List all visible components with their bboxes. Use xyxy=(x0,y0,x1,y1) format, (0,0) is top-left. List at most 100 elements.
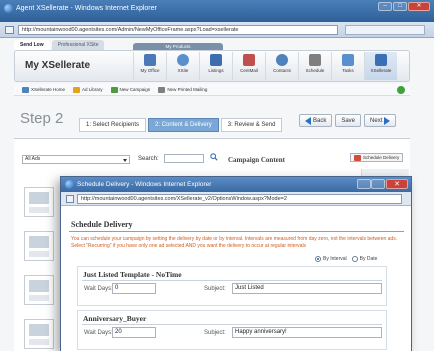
xsellerate-home-icon xyxy=(22,86,29,93)
address-input[interactable]: http://mountainwood00.agentsites.com/Adm… xyxy=(18,25,338,35)
nav-tasks[interactable]: Tasks xyxy=(331,52,364,80)
nav-label: Listings xyxy=(208,68,224,73)
search-icon[interactable] xyxy=(210,153,218,161)
ads-filter-select[interactable]: All Ads xyxy=(22,155,130,164)
wizard-steps: 1: Select Recipients 2: Content & Delive… xyxy=(79,118,283,132)
schedule-delivery-heading: Schedule Delivery xyxy=(71,220,133,229)
subject-label: Subject: xyxy=(204,286,226,292)
radio-button[interactable] xyxy=(315,256,321,262)
subject-label: Subject: xyxy=(204,330,226,336)
wizard-buttons: Back Save Next xyxy=(299,114,397,127)
nav-xsellerate[interactable]: XSellerate xyxy=(364,52,397,80)
subject-input[interactable]: Just Listed xyxy=(232,283,382,294)
products-label: My Products xyxy=(133,43,223,50)
step-select-recipients[interactable]: 1: Select Recipients xyxy=(79,118,147,132)
minimize-button[interactable]: – xyxy=(378,2,392,11)
template-row: Anniversary_Buyer Wait Days: 20 Subject:… xyxy=(77,310,387,350)
popup-address-input[interactable]: http://mountainwood00.agentsites.com/XSe… xyxy=(77,194,402,204)
ad-thumbnail[interactable] xyxy=(24,231,54,261)
popup-minimize-button[interactable] xyxy=(357,179,371,189)
close-button[interactable]: ✕ xyxy=(408,2,430,11)
ad-thumbnail[interactable] xyxy=(24,319,54,349)
main-nav: My Office XSite Listings CentMail Contac… xyxy=(133,52,397,80)
popup-titlebar: Schedule Delivery - Windows Internet Exp… xyxy=(61,177,411,192)
nav-label: Contacts xyxy=(273,68,291,73)
office-icon xyxy=(144,54,156,66)
browser-toolbar-search[interactable] xyxy=(345,25,425,35)
radio-by-date[interactable]: By Date xyxy=(351,256,377,262)
next-button[interactable]: Next xyxy=(364,114,397,127)
new-campaign-icon xyxy=(110,86,118,93)
step-content-delivery[interactable]: 2: Content & Delivery xyxy=(148,118,219,132)
tab-professional-xsite[interactable]: Professional XSite xyxy=(51,40,105,50)
step-title: Step 2 xyxy=(20,110,64,127)
popup-close-button[interactable]: ✕ xyxy=(386,179,408,189)
subnav-label: New Printed Mailing xyxy=(167,87,208,92)
search-input[interactable] xyxy=(164,154,204,163)
nav-contacts[interactable]: Contacts xyxy=(265,52,298,80)
step-review-send[interactable]: 3: Review & Send xyxy=(220,118,283,132)
nav-listings[interactable]: Listings xyxy=(199,52,232,80)
page-icon xyxy=(66,195,74,203)
nav-label: Tasks xyxy=(342,68,354,73)
save-label: Save xyxy=(341,117,356,124)
divider xyxy=(82,280,382,281)
ad-thumbnail[interactable] xyxy=(24,275,54,305)
printed-mailing-icon xyxy=(158,86,166,93)
subnav-new-printed-mailing[interactable]: New Printed Mailing xyxy=(158,86,208,93)
subnav-xsellerate-home[interactable]: XSellerate Home xyxy=(22,86,65,93)
next-label: Next xyxy=(370,117,383,124)
browser-address-bar: http://mountainwood00.agentsites.com/Adm… xyxy=(0,22,434,38)
radio-button[interactable] xyxy=(351,256,358,262)
template-row: Just Listed Template - NoTime Wait Days:… xyxy=(77,266,387,306)
help-icon[interactable] xyxy=(397,86,405,94)
back-button[interactable]: Back xyxy=(299,114,333,127)
subnav-label: Ad Library xyxy=(82,87,103,92)
subnav-new-campaign[interactable]: New Campaign xyxy=(110,86,151,93)
nav-centmail[interactable]: CentMail xyxy=(232,52,265,80)
subject-input[interactable]: Happy anniversary! xyxy=(232,327,382,338)
wait-days-label: Wait Days: xyxy=(84,286,113,292)
radio-by-interval[interactable]: By Interval xyxy=(315,256,347,262)
nav-xsite[interactable]: XSite xyxy=(166,52,199,80)
internet-explorer-icon xyxy=(65,180,74,189)
wait-days-label: Wait Days: xyxy=(84,330,113,336)
popup-address-bar: http://mountainwood00.agentsites.com/XSe… xyxy=(61,192,411,206)
save-button[interactable]: Save xyxy=(335,114,362,127)
contacts-icon xyxy=(276,54,288,66)
wait-days-input[interactable]: 20 xyxy=(112,327,156,338)
calendar-icon xyxy=(309,54,321,66)
delivery-mode-radios: By Interval By Date xyxy=(315,256,377,262)
calendar-icon xyxy=(354,155,361,161)
popup-maximize-button[interactable] xyxy=(371,179,385,189)
arrow-right-icon xyxy=(384,116,391,125)
page-icon xyxy=(5,26,14,34)
globe-icon xyxy=(177,54,189,66)
nav-label: CentMail xyxy=(240,68,258,73)
checklist-icon xyxy=(342,54,354,66)
divider xyxy=(69,231,404,232)
ad-thumbnail[interactable] xyxy=(24,187,54,217)
nav-my-office[interactable]: My Office xyxy=(133,52,166,80)
wait-days-input[interactable]: 0 xyxy=(112,283,156,294)
subnav-ad-library[interactable]: Ad Library xyxy=(73,86,103,93)
app-header: My Products My XSellerate My Office XSit… xyxy=(14,43,410,82)
divider xyxy=(82,324,382,325)
browser-titlebar: Agent XSellerate - Windows Internet Expl… xyxy=(0,0,434,22)
browser-title: Agent XSellerate - Windows Internet Expl… xyxy=(16,5,157,12)
nav-label: XSite xyxy=(177,68,189,73)
schedule-delivery-window: Schedule Delivery - Windows Internet Exp… xyxy=(60,176,412,351)
nav-label: My Office xyxy=(140,68,160,73)
xsellerate-icon xyxy=(375,54,387,66)
popup-title: Schedule Delivery - Windows Internet Exp… xyxy=(77,181,212,188)
arrow-left-icon xyxy=(305,116,311,125)
nav-schedule[interactable]: Schedule xyxy=(298,52,331,80)
tab-send-low[interactable]: Send Low xyxy=(14,40,50,50)
search-label: Search: xyxy=(138,156,159,162)
radio-label: By Interval xyxy=(323,256,347,262)
subnav-label: New Campaign xyxy=(119,87,151,92)
maximize-button[interactable]: □ xyxy=(393,2,407,11)
sub-navigation: XSellerate Home Ad Library New Campaign … xyxy=(14,84,410,96)
internet-explorer-icon xyxy=(4,4,13,13)
ad-library-icon xyxy=(73,86,81,93)
